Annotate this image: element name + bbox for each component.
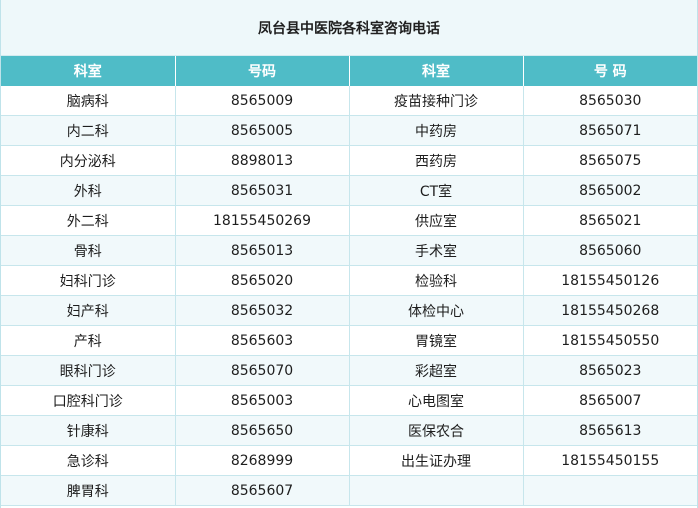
- table-row: 外科 8565031 CT室 8565002: [1, 175, 697, 206]
- table-row: 外二科 18155450269 供应室 8565021: [1, 205, 697, 236]
- phone-cell: 8565013: [175, 235, 350, 266]
- phone-cell: 8565603: [175, 325, 350, 356]
- department-cell: 彩超室: [349, 355, 524, 386]
- phone-cell: 8565031: [175, 175, 350, 206]
- department-cell: 心电图室: [349, 385, 524, 416]
- department-cell: 眼科门诊: [1, 355, 176, 386]
- department-cell: 产科: [1, 325, 176, 356]
- table-header-row: 科室 号码 科室 号 码: [1, 56, 697, 86]
- header-number-right: 号 码: [523, 56, 697, 86]
- table-row: 口腔科门诊 8565003 心电图室 8565007: [1, 385, 697, 416]
- page-title: 凤台县中医院各科室咨询电话: [1, 0, 697, 56]
- phone-cell: 8565009: [175, 86, 350, 116]
- department-cell: 西药房: [349, 145, 524, 176]
- table-row: 内二科 8565005 中药房 8565071: [1, 115, 697, 146]
- phone-cell: 8565613: [523, 415, 697, 446]
- directory-table: 科室 号码 科室 号 码 脑病科 8565009 疫苗接种门诊 8565030 …: [1, 56, 697, 506]
- department-cell: 体检中心: [349, 295, 524, 326]
- phone-cell: 8565021: [523, 205, 697, 236]
- table-row: 骨科 8565013 手术室 8565060: [1, 235, 697, 266]
- department-cell: 胃镜室: [349, 325, 524, 356]
- table-row: 产科 8565603 胃镜室 18155450550: [1, 325, 697, 356]
- department-cell: 脾胃科: [1, 475, 176, 506]
- table-row: 内分泌科 8898013 西药房 8565075: [1, 145, 697, 176]
- header-department-right: 科室: [349, 56, 524, 86]
- department-cell: 急诊科: [1, 445, 176, 476]
- phone-cell: 8565007: [523, 385, 697, 416]
- phone-cell: 8565071: [523, 115, 697, 146]
- table-row: 妇科门诊 8565020 检验科 18155450126: [1, 265, 697, 296]
- table-row: 妇产科 8565032 体检中心 18155450268: [1, 295, 697, 326]
- department-cell: 口腔科门诊: [1, 385, 176, 416]
- department-cell: [349, 475, 524, 506]
- phone-cell: 18155450155: [523, 445, 697, 476]
- phone-cell: [523, 475, 697, 506]
- department-cell: 外科: [1, 175, 176, 206]
- department-cell: 骨科: [1, 235, 176, 266]
- phone-cell: 8565030: [523, 86, 697, 116]
- header-department-left: 科室: [1, 56, 176, 86]
- phone-cell: 8565005: [175, 115, 350, 146]
- phone-cell: 8565020: [175, 265, 350, 296]
- department-cell: 针康科: [1, 415, 176, 446]
- phone-cell: 18155450269: [175, 205, 350, 236]
- department-cell: 妇科门诊: [1, 265, 176, 296]
- phone-directory-sheet: 凤台县中医院各科室咨询电话 科室 号码 科室 号 码 脑病科 8565009 疫…: [0, 0, 698, 508]
- phone-cell: 8565060: [523, 235, 697, 266]
- department-cell: CT室: [349, 175, 524, 206]
- phone-cell: 18155450550: [523, 325, 697, 356]
- phone-cell: 8898013: [175, 145, 350, 176]
- department-cell: 检验科: [349, 265, 524, 296]
- table-row: 急诊科 8268999 出生证办理 18155450155: [1, 445, 697, 476]
- phone-cell: 8565070: [175, 355, 350, 386]
- phone-cell: 8268999: [175, 445, 350, 476]
- phone-cell: 8565650: [175, 415, 350, 446]
- department-cell: 妇产科: [1, 295, 176, 326]
- department-cell: 内二科: [1, 115, 176, 146]
- department-cell: 疫苗接种门诊: [349, 86, 524, 116]
- department-cell: 医保农合: [349, 415, 524, 446]
- phone-cell: 8565023: [523, 355, 697, 386]
- phone-cell: 8565002: [523, 175, 697, 206]
- phone-cell: 18155450126: [523, 265, 697, 296]
- table-row: 眼科门诊 8565070 彩超室 8565023: [1, 355, 697, 386]
- phone-cell: 8565075: [523, 145, 697, 176]
- header-number-left: 号码: [175, 56, 350, 86]
- department-cell: 外二科: [1, 205, 176, 236]
- department-cell: 供应室: [349, 205, 524, 236]
- phone-cell: 18155450268: [523, 295, 697, 326]
- phone-cell: 8565032: [175, 295, 350, 326]
- table-row: 脾胃科 8565607: [1, 475, 697, 506]
- department-cell: 出生证办理: [349, 445, 524, 476]
- phone-cell: 8565003: [175, 385, 350, 416]
- department-cell: 中药房: [349, 115, 524, 146]
- department-cell: 脑病科: [1, 86, 176, 116]
- table-row: 针康科 8565650 医保农合 8565613: [1, 415, 697, 446]
- phone-cell: 8565607: [175, 475, 350, 506]
- department-cell: 手术室: [349, 235, 524, 266]
- department-cell: 内分泌科: [1, 145, 176, 176]
- table-row: 脑病科 8565009 疫苗接种门诊 8565030: [1, 86, 697, 116]
